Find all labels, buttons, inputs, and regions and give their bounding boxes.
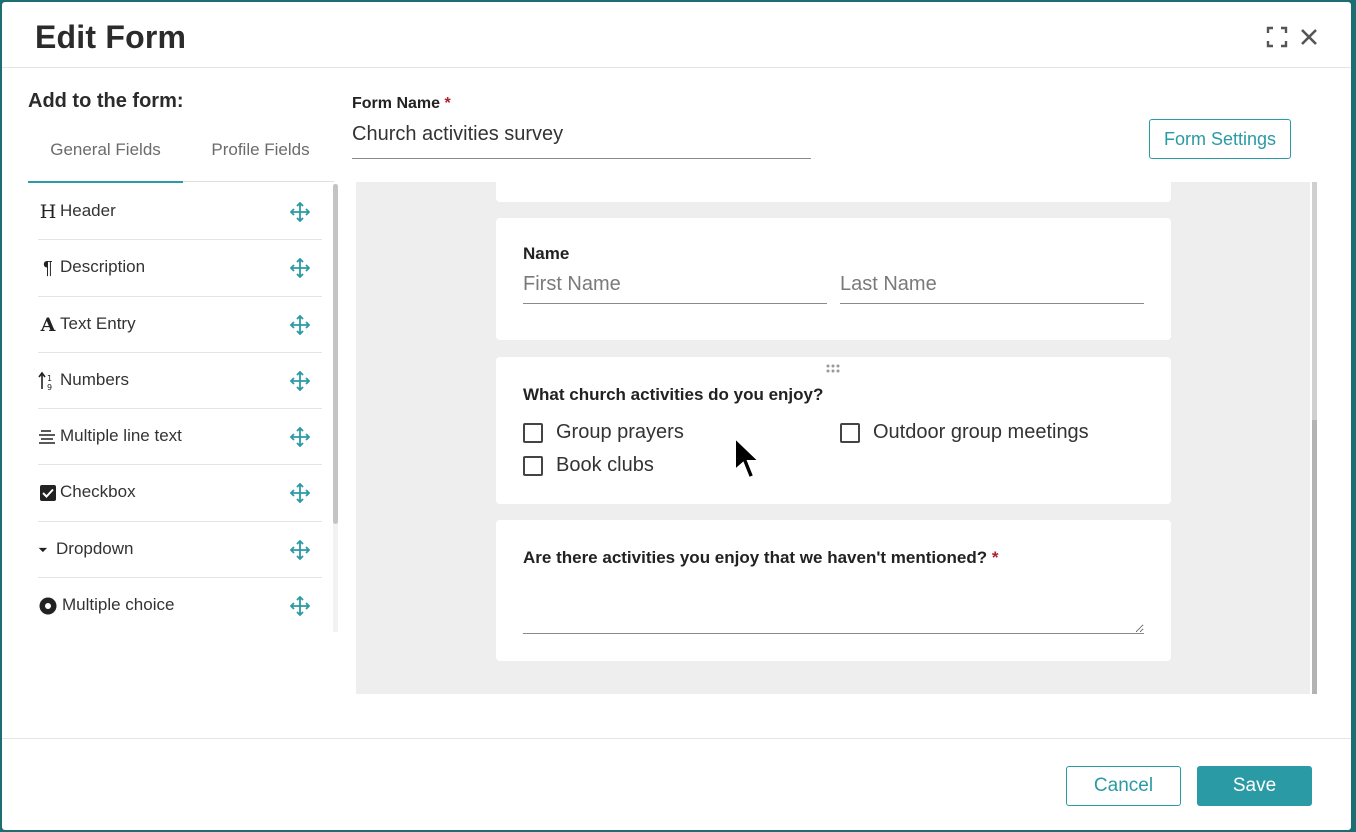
field-list: H Header ¶ Description A Text Entry 19 N… — [38, 184, 322, 632]
move-icon[interactable] — [290, 258, 310, 279]
checkbox[interactable] — [523, 456, 543, 476]
required-mark: * — [991, 548, 999, 567]
fullscreen-icon[interactable] — [1266, 26, 1288, 48]
field-item-description[interactable]: ¶ Description — [38, 240, 322, 297]
field-item-multiple-line-text[interactable]: Multiple line text — [38, 409, 322, 466]
canvas-scroll-thumb[interactable] — [1312, 420, 1317, 694]
move-icon[interactable] — [290, 539, 310, 560]
close-icon[interactable] — [1298, 26, 1320, 48]
field-item-numbers[interactable]: 19 Numbers — [38, 353, 322, 410]
field-item-text-entry[interactable]: A Text Entry — [38, 297, 322, 353]
form-card-name[interactable]: Name — [496, 218, 1171, 340]
radio-icon — [39, 597, 57, 615]
multiline-icon — [39, 430, 55, 444]
move-icon[interactable] — [290, 427, 310, 448]
checkbox-icon — [40, 485, 56, 502]
dialog-footer: Cancel Save — [2, 738, 1351, 830]
checkbox[interactable] — [523, 423, 543, 443]
dialog-header: Edit Form — [2, 2, 1351, 68]
field-item-label: Numbers — [60, 369, 129, 389]
field-item-checkbox[interactable]: Checkbox — [38, 465, 322, 522]
field-item-dropdown[interactable]: Dropdown — [38, 522, 322, 579]
field-item-label: Checkbox — [60, 482, 136, 502]
tab-profile-fields[interactable]: Profile Fields — [183, 128, 338, 182]
field-item-label: Multiple choice — [62, 595, 175, 615]
dropdown-icon — [38, 547, 48, 552]
svg-text:9: 9 — [47, 383, 52, 391]
field-item-multiple-choice[interactable]: Multiple choice — [38, 578, 322, 632]
svg-text:1: 1 — [47, 374, 52, 383]
form-card-activities[interactable]: What church activities do you enjoy? Gro… — [496, 357, 1171, 504]
option-label: Book clubs — [556, 454, 654, 476]
field-item-label: Description — [60, 257, 146, 277]
activities-question: What church activities do you enjoy? — [523, 385, 824, 404]
other-activities-question: Are there activities you enjoy that we h… — [523, 548, 999, 567]
form-card-other-activities[interactable]: Are there activities you enjoy that we h… — [496, 520, 1171, 661]
field-tabs: General Fields Profile Fields — [28, 128, 334, 183]
form-canvas: Name What church activities do you enjoy… — [356, 182, 1310, 694]
paragraph-icon: ¶ — [43, 258, 53, 279]
first-name-input[interactable] — [523, 266, 827, 304]
option-label: Group prayers — [556, 421, 684, 443]
checkbox[interactable] — [840, 423, 860, 443]
form-name-label: Form Name * — [352, 95, 451, 112]
other-activities-textarea[interactable] — [523, 590, 1144, 634]
move-icon[interactable] — [290, 596, 310, 617]
dialog-title: Edit Form — [35, 19, 187, 55]
drag-handle-icon[interactable] — [825, 363, 841, 375]
form-settings-button[interactable]: Form Settings — [1149, 119, 1291, 159]
name-field-label: Name — [523, 244, 570, 263]
add-to-form-title: Add to the form: — [28, 90, 184, 112]
edit-form-dialog: Edit Form Add to the form: General Field… — [2, 2, 1351, 830]
move-icon[interactable] — [290, 202, 310, 222]
field-item-label: Header — [60, 201, 116, 220]
cancel-button[interactable]: Cancel — [1066, 766, 1181, 806]
last-name-input[interactable] — [840, 266, 1144, 304]
field-item-label: Text Entry — [60, 313, 136, 333]
text-entry-icon: A — [40, 313, 56, 336]
move-icon[interactable] — [290, 483, 310, 504]
move-icon[interactable] — [290, 370, 310, 391]
required-mark: * — [444, 95, 451, 112]
numbers-icon: 19 — [38, 371, 52, 391]
tab-general-fields[interactable]: General Fields — [28, 128, 183, 183]
field-item-label: Multiple line text — [60, 426, 182, 446]
form-name-input[interactable] — [352, 118, 811, 159]
option-label: Outdoor group meetings — [873, 421, 1089, 443]
field-item-label: Dropdown — [56, 538, 134, 558]
save-button[interactable]: Save — [1197, 766, 1312, 806]
field-list-scroll-thumb[interactable] — [333, 184, 338, 524]
field-item-header[interactable]: H Header — [38, 184, 322, 241]
move-icon[interactable] — [290, 314, 310, 335]
header-icon: H — [39, 201, 57, 223]
form-card-partial — [496, 182, 1171, 202]
